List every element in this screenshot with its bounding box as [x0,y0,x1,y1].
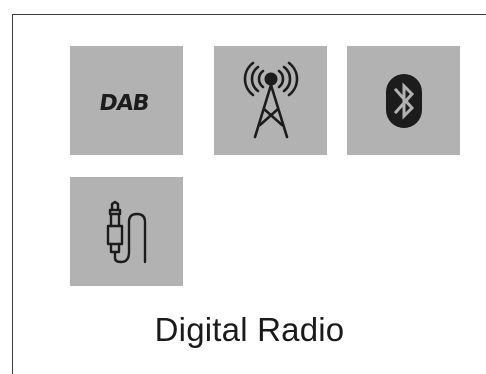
current-source-label: Digital Radio [154,311,345,348]
source-selection-screen: DAB Digital Radio [12,14,486,374]
bluetooth-icon [385,73,422,128]
dab-logo-label: DAB [97,90,150,116]
radio-tower-icon [243,61,298,138]
source-tile-bluetooth[interactable] [347,46,460,155]
source-tile-dab[interactable]: DAB [70,46,183,155]
dab-logo-icon: DAB [97,90,150,116]
audio-jack-icon [106,200,146,263]
source-tile-aux[interactable] [70,177,183,286]
source-tile-fm[interactable] [214,46,327,155]
